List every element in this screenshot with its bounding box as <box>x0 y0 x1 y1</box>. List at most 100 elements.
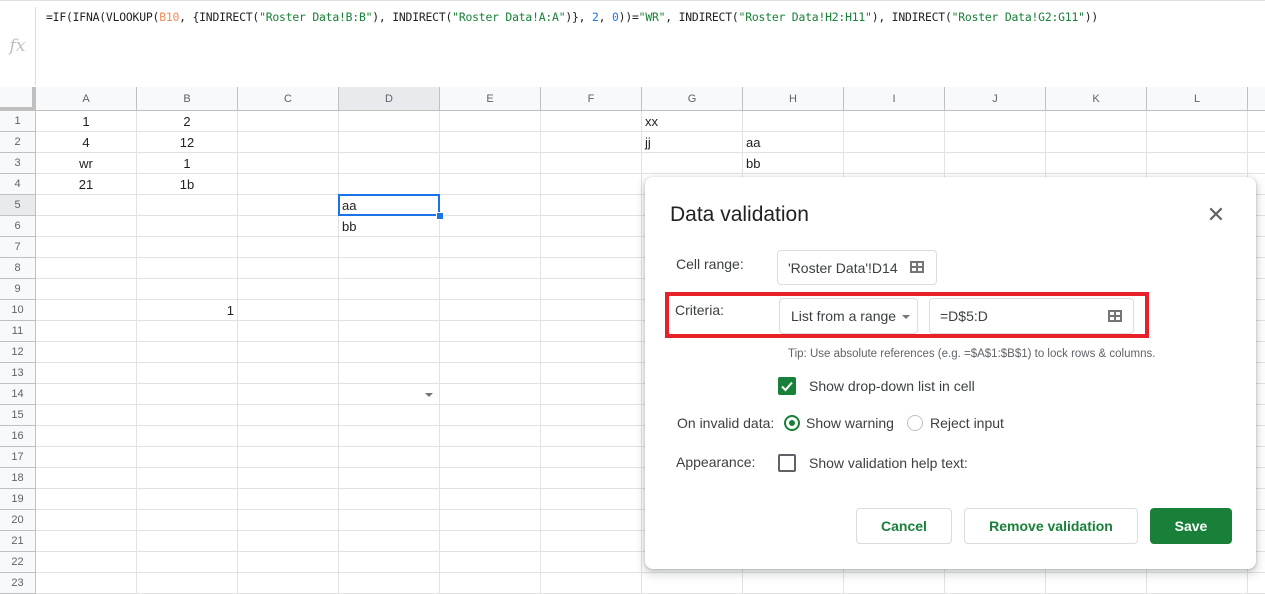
show-warning-radio[interactable] <box>784 415 800 431</box>
row-header-12[interactable]: 12 <box>0 342 36 363</box>
row-header-8[interactable]: 8 <box>0 258 36 279</box>
select-range-icon[interactable] <box>1108 310 1122 322</box>
cell-f3[interactable] <box>541 153 642 174</box>
select-all-corner[interactable] <box>0 87 36 111</box>
cell-j2[interactable] <box>945 132 1046 153</box>
cell-b19[interactable] <box>137 489 238 510</box>
cell-a22[interactable] <box>36 552 137 573</box>
cell-b9[interactable] <box>137 279 238 300</box>
row-header-20[interactable]: 20 <box>0 510 36 531</box>
cell-d1[interactable] <box>339 111 440 132</box>
cell-m3[interactable] <box>1248 153 1265 174</box>
cell-f9[interactable] <box>541 279 642 300</box>
cell-f15[interactable] <box>541 405 642 426</box>
row-header-13[interactable]: 13 <box>0 363 36 384</box>
cell-a4[interactable]: 21 <box>36 174 137 195</box>
cell-h23[interactable] <box>743 573 844 594</box>
cell-m23[interactable] <box>1248 573 1265 594</box>
cell-g23[interactable] <box>642 573 743 594</box>
fill-handle[interactable] <box>436 212 444 220</box>
cell-j1[interactable] <box>945 111 1046 132</box>
cell-l1[interactable] <box>1147 111 1248 132</box>
cell-b15[interactable] <box>137 405 238 426</box>
cell-i3[interactable] <box>844 153 945 174</box>
row-header-14[interactable]: 14 <box>0 384 36 405</box>
cell-a12[interactable] <box>36 342 137 363</box>
cell-f8[interactable] <box>541 258 642 279</box>
cell-d12[interactable] <box>339 342 440 363</box>
cell-e7[interactable] <box>440 237 541 258</box>
cell-a20[interactable] <box>36 510 137 531</box>
cell-g2[interactable]: jj <box>642 132 743 153</box>
close-icon[interactable]: ✕ <box>1205 204 1227 227</box>
cell-d17[interactable] <box>339 447 440 468</box>
cell-e10[interactable] <box>440 300 541 321</box>
cell-a13[interactable] <box>36 363 137 384</box>
cell-b21[interactable] <box>137 531 238 552</box>
cell-a6[interactable] <box>36 216 137 237</box>
cell-g1[interactable]: xx <box>642 111 743 132</box>
cell-f19[interactable] <box>541 489 642 510</box>
cell-b13[interactable] <box>137 363 238 384</box>
cell-b22[interactable] <box>137 552 238 573</box>
cell-f13[interactable] <box>541 363 642 384</box>
cell-c12[interactable] <box>238 342 339 363</box>
cell-a19[interactable] <box>36 489 137 510</box>
column-header-i[interactable]: I <box>844 87 945 111</box>
cell-e19[interactable] <box>440 489 541 510</box>
formula-input[interactable]: =IF(IFNA(VLOOKUP(B10, {INDIRECT("Roster … <box>46 10 1098 24</box>
cell-m2[interactable] <box>1248 132 1265 153</box>
cell-h1[interactable] <box>743 111 844 132</box>
row-header-11[interactable]: 11 <box>0 321 36 342</box>
cell-e2[interactable] <box>440 132 541 153</box>
save-button[interactable]: Save <box>1150 508 1232 544</box>
cell-e14[interactable] <box>440 384 541 405</box>
cell-d16[interactable] <box>339 426 440 447</box>
cell-f6[interactable] <box>541 216 642 237</box>
cell-e23[interactable] <box>440 573 541 594</box>
help-text-checkbox[interactable] <box>778 454 796 472</box>
cell-f16[interactable] <box>541 426 642 447</box>
row-header-18[interactable]: 18 <box>0 468 36 489</box>
cell-d9[interactable] <box>339 279 440 300</box>
cell-e5[interactable] <box>440 195 541 216</box>
cell-a7[interactable] <box>36 237 137 258</box>
cell-c18[interactable] <box>238 468 339 489</box>
cell-f5[interactable] <box>541 195 642 216</box>
cell-d11[interactable] <box>339 321 440 342</box>
cell-c1[interactable] <box>238 111 339 132</box>
criteria-type-dropdown[interactable]: List from a range <box>779 298 918 334</box>
cell-f14[interactable] <box>541 384 642 405</box>
cell-d13[interactable] <box>339 363 440 384</box>
cell-c13[interactable] <box>238 363 339 384</box>
cell-e12[interactable] <box>440 342 541 363</box>
row-header-4[interactable]: 4 <box>0 174 36 195</box>
cell-a1[interactable]: 1 <box>36 111 137 132</box>
row-header-5[interactable]: 5 <box>0 195 36 216</box>
cell-f1[interactable] <box>541 111 642 132</box>
cell-c3[interactable] <box>238 153 339 174</box>
cell-b18[interactable] <box>137 468 238 489</box>
cell-h3[interactable]: bb <box>743 153 844 174</box>
cell-d20[interactable] <box>339 510 440 531</box>
cell-a8[interactable] <box>36 258 137 279</box>
cell-i1[interactable] <box>844 111 945 132</box>
cell-m1[interactable] <box>1248 111 1265 132</box>
cell-f4[interactable] <box>541 174 642 195</box>
cell-f7[interactable] <box>541 237 642 258</box>
cell-e16[interactable] <box>440 426 541 447</box>
row-header-2[interactable]: 2 <box>0 132 36 153</box>
cell-d4[interactable] <box>339 174 440 195</box>
column-header-partial[interactable] <box>1248 87 1265 111</box>
row-header-9[interactable]: 9 <box>0 279 36 300</box>
cell-e18[interactable] <box>440 468 541 489</box>
cell-a18[interactable] <box>36 468 137 489</box>
cell-b8[interactable] <box>137 258 238 279</box>
cell-b7[interactable] <box>137 237 238 258</box>
column-header-k[interactable]: K <box>1046 87 1147 111</box>
row-header-17[interactable]: 17 <box>0 447 36 468</box>
cell-d19[interactable] <box>339 489 440 510</box>
cell-b2[interactable]: 12 <box>137 132 238 153</box>
cell-c6[interactable] <box>238 216 339 237</box>
cell-c14[interactable] <box>238 384 339 405</box>
